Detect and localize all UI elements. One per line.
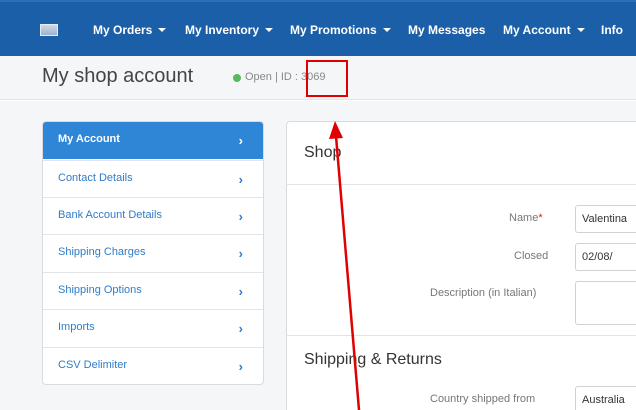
chevron-right-icon: › xyxy=(238,321,243,336)
description-field-label: Description (in Italian) xyxy=(430,287,537,299)
sidebar-item-bank-account-details[interactable]: Bank Account Details › xyxy=(43,197,263,234)
sidebar-item-contact-details[interactable]: Contact Details › xyxy=(43,160,263,197)
sidebar-item-my-account[interactable]: My Account › xyxy=(43,122,263,159)
sidebar-item-label: Shipping Options xyxy=(58,284,142,296)
chevron-right-icon: › xyxy=(238,246,243,261)
sidebar-item-csv-delimiter[interactable]: CSV Delimiter › xyxy=(43,347,263,384)
description-textarea[interactable] xyxy=(575,281,636,325)
caret-down-icon xyxy=(158,28,167,32)
nav-my-inventory[interactable]: My Inventory xyxy=(185,22,274,38)
section-title-shipping-returns: Shipping & Returns xyxy=(304,351,442,368)
nav-my-account-label: My Account xyxy=(503,23,571,37)
nav-my-inventory-label: My Inventory xyxy=(185,23,260,37)
nav-my-messages[interactable]: My Messages xyxy=(408,22,485,38)
logo-icon[interactable] xyxy=(40,24,58,36)
nav-my-orders-label: My Orders xyxy=(93,23,153,37)
chevron-right-icon: › xyxy=(238,359,243,374)
sidebar-item-shipping-options[interactable]: Shipping Options › xyxy=(43,272,263,309)
caret-down-icon xyxy=(265,28,274,32)
country-select[interactable]: Australia xyxy=(575,386,636,410)
section-title-shop: Shop xyxy=(304,144,342,161)
nav-info[interactable]: Info xyxy=(601,22,623,38)
closed-date-input[interactable]: 02/08/ xyxy=(575,243,636,271)
nav-my-promotions-label: My Promotions xyxy=(290,23,377,37)
chevron-right-icon: › xyxy=(238,172,243,187)
closed-field-label: Closed xyxy=(514,250,549,262)
required-mark: * xyxy=(538,212,543,224)
id-highlight-box xyxy=(306,60,348,97)
sidebar-item-shipping-charges[interactable]: Shipping Charges › xyxy=(43,234,263,271)
top-navbar: My Orders My Inventory My Promotions My … xyxy=(0,0,636,56)
section-divider xyxy=(286,184,636,185)
sidebar-item-label: Contact Details xyxy=(58,172,133,184)
nav-my-orders[interactable]: My Orders xyxy=(93,22,167,38)
sidebar-item-imports[interactable]: Imports › xyxy=(43,309,263,346)
name-input[interactable]: Valentina xyxy=(575,205,636,233)
sidebar-item-label: My Account xyxy=(58,133,120,145)
name-field-label: Name* xyxy=(509,212,543,224)
sidebar-item-label: Imports xyxy=(58,321,95,333)
caret-down-icon xyxy=(576,28,585,32)
sidebar-item-label: Shipping Charges xyxy=(58,246,146,258)
nav-my-promotions[interactable]: My Promotions xyxy=(290,22,391,38)
page-title: My shop account xyxy=(42,65,194,87)
nav-info-label: Info xyxy=(601,23,623,37)
sidebar-item-label: Bank Account Details xyxy=(58,209,162,221)
caret-down-icon xyxy=(382,28,391,32)
sidebar: My Account › Contact Details › Bank Acco… xyxy=(42,121,264,385)
name-label-text: Name xyxy=(509,212,539,224)
section-divider xyxy=(286,335,636,336)
country-field-label: Country shipped from xyxy=(430,393,536,405)
sidebar-item-label: CSV Delimiter xyxy=(58,359,128,371)
nav-my-messages-label: My Messages xyxy=(408,23,486,37)
chevron-right-icon: › xyxy=(238,284,243,299)
nav-my-account[interactable]: My Account xyxy=(503,22,585,38)
chevron-right-icon: › xyxy=(238,133,243,148)
status-dot-icon xyxy=(233,74,241,82)
chevron-right-icon: › xyxy=(238,209,243,224)
